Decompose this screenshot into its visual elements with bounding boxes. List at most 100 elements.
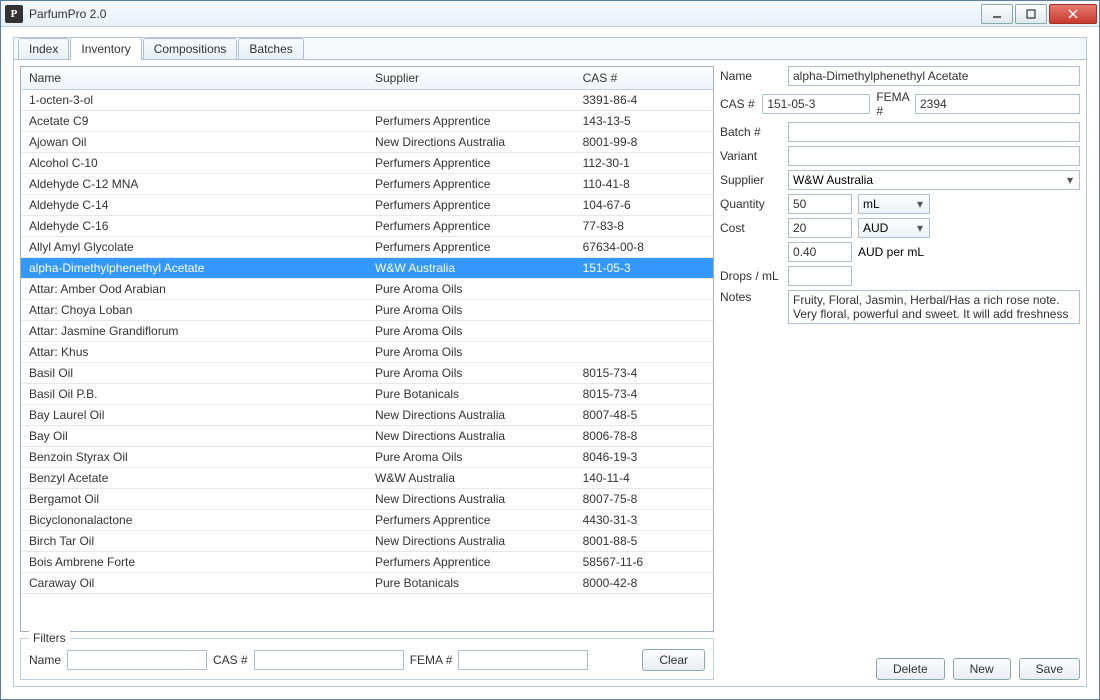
detail-quantity-input[interactable] <box>788 194 852 214</box>
cell-cas <box>575 321 713 342</box>
cell-cas: 143-13-5 <box>575 111 713 132</box>
table-row[interactable]: Bois Ambrene FortePerfumers Apprentice58… <box>21 552 713 573</box>
cell-name: Alcohol C-10 <box>21 153 367 174</box>
cell-name: Attar: Khus <box>21 342 367 363</box>
detail-drops-input[interactable] <box>788 266 852 286</box>
table-row[interactable]: Benzoin Styrax OilPure Aroma Oils8046-19… <box>21 447 713 468</box>
table-row[interactable]: Attar: Jasmine GrandiflorumPure Aroma Oi… <box>21 321 713 342</box>
cell-cas: 8006-78-8 <box>575 426 713 447</box>
detail-quantity-unit-select[interactable]: mL <box>858 194 930 214</box>
cell-name: Bois Ambrene Forte <box>21 552 367 573</box>
detail-batch-input[interactable] <box>788 122 1080 142</box>
table-row[interactable]: Birch Tar OilNew Directions Australia800… <box>21 531 713 552</box>
filters-group: Filters Name CAS # FEMA # Clear <box>20 638 714 680</box>
cell-supplier: New Directions Australia <box>367 531 575 552</box>
cell-supplier: Pure Aroma Oils <box>367 279 575 300</box>
cell-name: Basil Oil <box>21 363 367 384</box>
filter-name-input[interactable] <box>67 650 207 670</box>
column-header[interactable]: Supplier <box>367 67 575 90</box>
detail-fema-input[interactable] <box>915 94 1080 114</box>
detail-fema-label: FEMA # <box>876 90 909 118</box>
cell-supplier: Perfumers Apprentice <box>367 552 575 573</box>
detail-variant-label: Variant <box>720 149 782 163</box>
cell-supplier: Pure Aroma Oils <box>367 300 575 321</box>
table-row[interactable]: Ajowan OilNew Directions Australia8001-9… <box>21 132 713 153</box>
table-row[interactable]: Bay OilNew Directions Australia8006-78-8 <box>21 426 713 447</box>
cell-name: Benzyl Acetate <box>21 468 367 489</box>
detail-cas-input[interactable] <box>762 94 870 114</box>
detail-cost-currency-select[interactable]: AUD <box>858 218 930 238</box>
table-row[interactable]: Benzyl AcetateW&W Australia140-11-4 <box>21 468 713 489</box>
window-controls <box>981 4 1099 24</box>
table-row[interactable]: BicyclononalactonePerfumers Apprentice44… <box>21 510 713 531</box>
cell-supplier: New Directions Australia <box>367 426 575 447</box>
delete-button[interactable]: Delete <box>876 658 945 680</box>
table-row[interactable]: Basil OilPure Aroma Oils8015-73-4 <box>21 363 713 384</box>
inventory-tab-content: NameSupplierCAS # 1-octen-3-ol3391-86-4A… <box>14 60 1086 686</box>
table-row[interactable]: alpha-Dimethylphenethyl AcetateW&W Austr… <box>21 258 713 279</box>
table-row[interactable]: Bay Laurel OilNew Directions Australia80… <box>21 405 713 426</box>
cell-cas: 112-30-1 <box>575 153 713 174</box>
cell-cas: 8001-88-5 <box>575 531 713 552</box>
detail-notes-textarea[interactable] <box>788 290 1080 324</box>
close-button[interactable] <box>1049 4 1097 24</box>
cell-cas: 140-11-4 <box>575 468 713 489</box>
detail-pane: Name CAS # FEMA # Batch # Variant <box>720 66 1080 680</box>
cell-supplier: W&W Australia <box>367 258 575 279</box>
table-row[interactable]: Bergamot OilNew Directions Australia8007… <box>21 489 713 510</box>
cell-name: Acetate C9 <box>21 111 367 132</box>
table-row[interactable]: 1-octen-3-ol3391-86-4 <box>21 90 713 111</box>
table-row[interactable]: Attar: KhusPure Aroma Oils <box>21 342 713 363</box>
detail-cost-currency-value: AUD <box>863 221 888 235</box>
cell-cas: 67634-00-8 <box>575 237 713 258</box>
table-row[interactable]: Aldehyde C-14Perfumers Apprentice104-67-… <box>21 195 713 216</box>
minimize-button[interactable] <box>981 4 1013 24</box>
detail-unit-cost-display <box>788 242 852 262</box>
table-row[interactable]: Caraway OilPure Botanicals8000-42-8 <box>21 573 713 594</box>
cell-cas: 110-41-8 <box>575 174 713 195</box>
detail-cost-label: Cost <box>720 221 782 235</box>
table-row[interactable]: Attar: Choya LobanPure Aroma Oils <box>21 300 713 321</box>
cell-name: Caraway Oil <box>21 573 367 594</box>
new-button[interactable]: New <box>953 658 1011 680</box>
table-row[interactable]: Attar: Amber Ood ArabianPure Aroma Oils <box>21 279 713 300</box>
tab-batches[interactable]: Batches <box>238 38 303 59</box>
cell-supplier: New Directions Australia <box>367 405 575 426</box>
tab-inventory[interactable]: Inventory <box>70 37 141 60</box>
detail-name-input[interactable] <box>788 66 1080 86</box>
detail-supplier-select[interactable]: W&W Australia <box>788 170 1080 190</box>
column-header[interactable]: CAS # <box>575 67 713 90</box>
cell-supplier: Perfumers Apprentice <box>367 216 575 237</box>
cell-name: Basil Oil P.B. <box>21 384 367 405</box>
cell-supplier: Pure Aroma Oils <box>367 321 575 342</box>
detail-batch-label: Batch # <box>720 125 782 139</box>
maximize-button[interactable] <box>1015 4 1047 24</box>
detail-variant-input[interactable] <box>788 146 1080 166</box>
table-row[interactable]: Aldehyde C-12 MNAPerfumers Apprentice110… <box>21 174 713 195</box>
filter-clear-button[interactable]: Clear <box>642 649 705 671</box>
cell-supplier: Perfumers Apprentice <box>367 195 575 216</box>
save-button[interactable]: Save <box>1019 658 1080 680</box>
tab-index[interactable]: Index <box>18 38 69 59</box>
cell-name: alpha-Dimethylphenethyl Acetate <box>21 258 367 279</box>
column-header[interactable]: Name <box>21 67 367 90</box>
tab-compositions[interactable]: Compositions <box>143 38 238 59</box>
cell-name: Bay Laurel Oil <box>21 405 367 426</box>
cell-name: Bay Oil <box>21 426 367 447</box>
cell-cas: 3391-86-4 <box>575 90 713 111</box>
cell-cas <box>575 300 713 321</box>
detail-unit-cost-label: AUD per mL <box>858 245 924 259</box>
table-row[interactable]: Aldehyde C-16Perfumers Apprentice77-83-8 <box>21 216 713 237</box>
cell-cas: 8015-73-4 <box>575 363 713 384</box>
table-row[interactable]: Acetate C9Perfumers Apprentice143-13-5 <box>21 111 713 132</box>
table-row[interactable]: Allyl Amyl GlycolatePerfumers Apprentice… <box>21 237 713 258</box>
detail-cost-input[interactable] <box>788 218 852 238</box>
table-row[interactable]: Alcohol C-10Perfumers Apprentice112-30-1 <box>21 153 713 174</box>
cell-name: Allyl Amyl Glycolate <box>21 237 367 258</box>
cell-cas: 58567-11-6 <box>575 552 713 573</box>
filter-fema-input[interactable] <box>458 650 588 670</box>
table-row[interactable]: Basil Oil P.B.Pure Botanicals8015-73-4 <box>21 384 713 405</box>
cell-supplier: Perfumers Apprentice <box>367 153 575 174</box>
filter-cas-input[interactable] <box>254 650 404 670</box>
table-scroll[interactable]: NameSupplierCAS # 1-octen-3-ol3391-86-4A… <box>21 67 713 631</box>
